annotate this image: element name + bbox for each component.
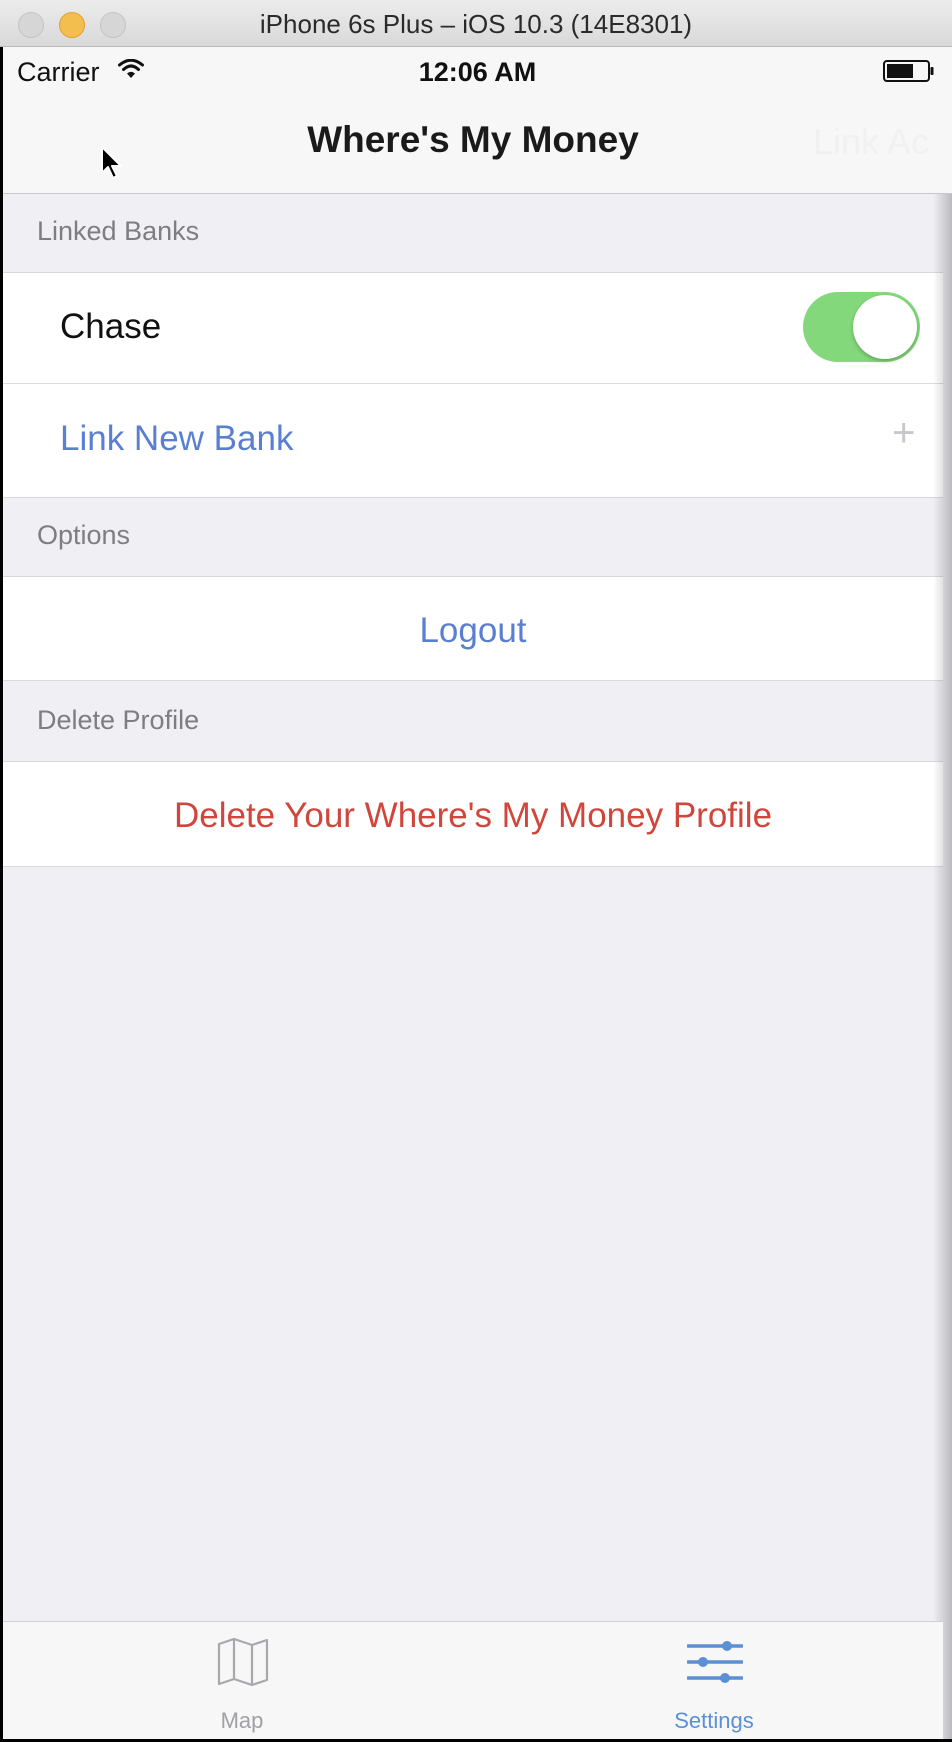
status-time: 12:06 AM (418, 57, 537, 87)
delete-profile-group: Delete Your Where's My Money Profile (3, 761, 943, 867)
plus-icon[interactable]: + (892, 411, 915, 456)
battery-icon (883, 60, 935, 82)
toggle-knob (853, 295, 917, 359)
bank-name-label: Chase (60, 307, 162, 346)
tab-bar: Map Settings (3, 1621, 943, 1739)
chase-toggle-switch[interactable] (803, 292, 920, 362)
window-title: iPhone 6s Plus – iOS 10.3 (14E8301) (259, 9, 693, 39)
delete-profile-button[interactable]: Delete Your Where's My Money Profile (3, 796, 943, 836)
settings-table: Linked Banks Chase Link New Bank + Optio… (3, 194, 943, 1621)
tab-map-label: Map (220, 1708, 264, 1733)
section-header-linked-banks: Linked Banks (37, 216, 200, 246)
map-icon (217, 1637, 269, 1691)
link-account-button[interactable]: Link Ac (813, 121, 929, 163)
navigation-transition-shadow (933, 194, 952, 1739)
device-screen: Carrier 12:06 AM Where's My Money Link A… (3, 47, 952, 1739)
simulator-window: iPhone 6s Plus – iOS 10.3 (14E8301) Carr… (0, 0, 952, 1742)
linked-banks-group: Chase Link New Bank + (3, 272, 943, 498)
mouse-cursor-icon (100, 145, 124, 186)
tab-settings[interactable]: Settings (614, 1622, 814, 1739)
status-bar: Carrier 12:06 AM (3, 47, 952, 97)
window-titlebar: iPhone 6s Plus – iOS 10.3 (14E8301) (0, 0, 952, 47)
tab-map[interactable]: Map (142, 1622, 342, 1739)
navigation-bar: Where's My Money Link Ac (3, 97, 952, 194)
cell-divider (3, 383, 943, 384)
sliders-icon (686, 1638, 744, 1691)
options-group: Logout (3, 576, 943, 681)
section-header-delete-profile: Delete Profile (37, 705, 200, 735)
link-new-bank-button[interactable]: Link New Bank (60, 419, 293, 459)
page-title: Where's My Money (307, 119, 639, 160)
tab-settings-label: Settings (674, 1708, 754, 1733)
section-header-options: Options (37, 520, 131, 550)
logout-button[interactable]: Logout (3, 611, 943, 651)
